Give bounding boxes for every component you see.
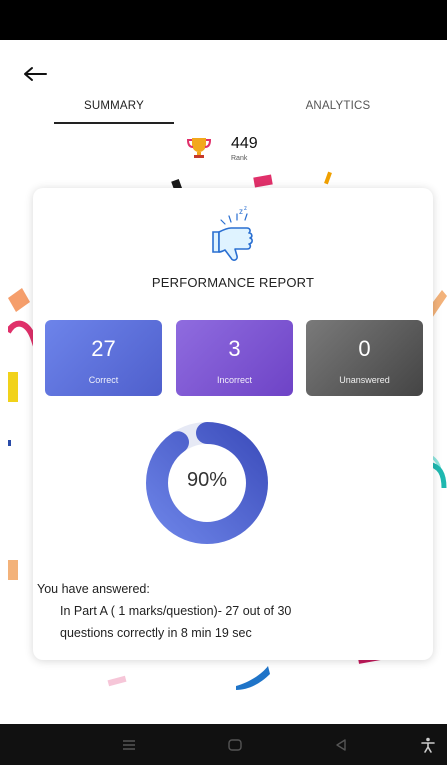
rank-value: 449: [231, 135, 258, 152]
active-tab-indicator: [54, 122, 174, 124]
svg-text:z: z: [244, 206, 247, 212]
svg-text:z: z: [239, 207, 243, 216]
unanswered-label: Unanswered: [339, 375, 390, 385]
correct-stat-card: 27 Correct: [45, 320, 162, 396]
accessibility-icon[interactable]: [419, 736, 437, 754]
incorrect-label: Incorrect: [216, 375, 252, 385]
answer-summary-line-2: questions correctly in 8 min 19 sec: [60, 626, 252, 640]
tab-analytics[interactable]: ANALYTICS: [278, 96, 398, 126]
home-icon[interactable]: [226, 736, 244, 754]
unanswered-count: 0: [358, 336, 371, 361]
incorrect-count: 3: [228, 336, 241, 361]
system-nav-bar: [0, 724, 447, 765]
answer-summary-line-1: In Part A ( 1 marks/question)- 27 out of…: [60, 604, 292, 618]
report-title: PERFORMANCE REPORT: [151, 275, 315, 290]
unanswered-stat-card: 0 Unanswered: [306, 320, 423, 396]
performance-card: z z PERFORMANCE REPORT 27 Correct 3 Inco…: [33, 188, 433, 660]
back-button[interactable]: [20, 62, 50, 86]
app-screen: SUMMARY ANALYTICS 449 Rank z z PERFORMAN…: [8, 40, 447, 724]
correct-label: Correct: [88, 375, 119, 385]
answer-summary: You have answered: In Part A ( 1 marks/q…: [37, 578, 429, 644]
status-bar: [0, 0, 447, 40]
answer-summary-intro: You have answered:: [37, 582, 150, 596]
correct-count: 27: [91, 336, 116, 361]
rank-label: Rank: [231, 155, 248, 162]
incorrect-stat-card: 3 Incorrect: [176, 320, 293, 396]
back-triangle-icon[interactable]: [332, 736, 350, 754]
thumbs-down-icon: z z: [212, 206, 253, 261]
trophy-icon: [186, 138, 212, 158]
menu-icon[interactable]: [120, 736, 138, 754]
arrow-left-icon: [24, 67, 47, 81]
rank-display: 449 Rank: [186, 134, 296, 164]
score-percent: 90%: [186, 469, 228, 491]
tab-bar: SUMMARY ANALYTICS: [8, 96, 447, 126]
